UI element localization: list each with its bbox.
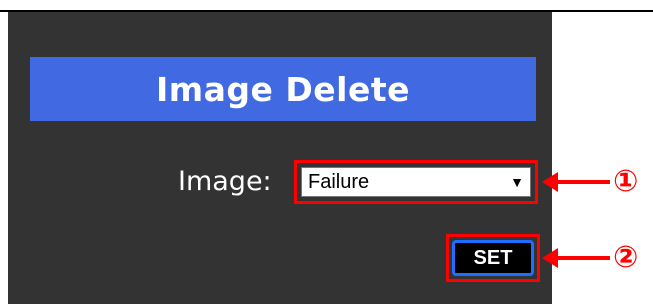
callout-arrow-1 bbox=[556, 180, 610, 184]
image-select-value: Failure bbox=[308, 170, 370, 193]
set-button[interactable]: SET bbox=[452, 240, 534, 276]
page-title: Image Delete bbox=[155, 69, 411, 109]
callout-marker-2: ② bbox=[613, 240, 639, 275]
callout-arrow-2 bbox=[556, 256, 610, 260]
page-header: Image Delete bbox=[30, 57, 536, 121]
image-field-label: Image: bbox=[178, 166, 272, 197]
chevron-down-icon: ▼ bbox=[510, 174, 524, 190]
callout-marker-1: ① bbox=[613, 164, 639, 199]
image-select[interactable]: Failure ▼ bbox=[301, 167, 531, 197]
